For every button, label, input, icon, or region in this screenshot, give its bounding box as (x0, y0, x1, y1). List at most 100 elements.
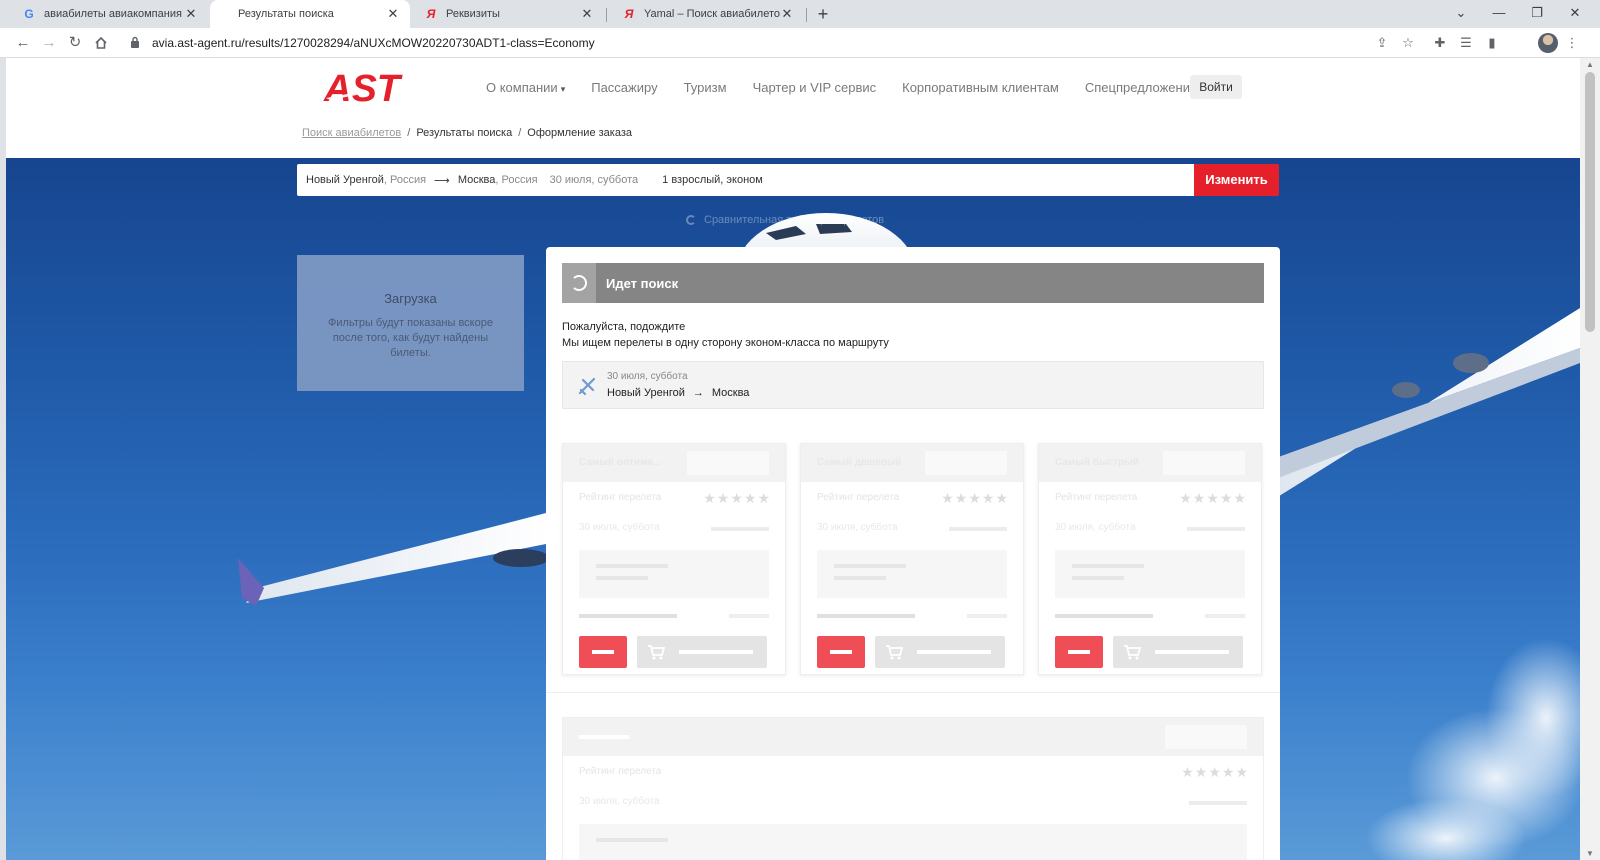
scroll-up-icon[interactable]: ▲ (1580, 60, 1600, 69)
tab-separator (806, 8, 807, 22)
minimize-icon[interactable]: — (1480, 0, 1518, 28)
browser-tab-bar: G авиабилеты авиакомпания ямал ✕ Результ… (0, 0, 1600, 28)
bookmark-star-icon[interactable]: ☆ (1398, 33, 1418, 53)
browser-menu-icon[interactable]: ⋮ (1562, 33, 1582, 53)
share-icon[interactable]: ⇪ (1372, 33, 1392, 53)
home-icon[interactable] (90, 32, 112, 54)
card-date: 30 июля, суббота (1055, 522, 1136, 533)
new-tab-button[interactable]: + (812, 3, 834, 25)
browser-toolbar: ← → ↻ avia.ast-agent.ru/results/12700282… (0, 28, 1600, 58)
buy-button-placeholder[interactable] (1055, 636, 1103, 668)
side-panel-icon[interactable]: ▮ (1482, 33, 1502, 53)
rating-label: Рейтинг перелета (1055, 492, 1138, 503)
search-date: 30 июля, суббота (549, 174, 639, 186)
reload-icon[interactable]: ↻ (64, 32, 86, 54)
menu-item-charter[interactable]: Чартер и VIP сервис (753, 80, 877, 95)
add-to-cart-button-placeholder[interactable] (637, 636, 767, 668)
menu-item-tourism[interactable]: Туризм (684, 80, 727, 95)
forward-icon[interactable]: → (38, 32, 60, 54)
url-text: avia.ast-agent.ru/results/1270028294/aNU… (152, 36, 595, 50)
profile-avatar[interactable] (1538, 33, 1558, 53)
search-description: Мы ищем перелеты в одну сторону эконом-к… (562, 337, 889, 349)
restore-icon[interactable]: ❐ (1518, 0, 1556, 28)
from-country: , Россия (383, 174, 427, 186)
tab-requisites[interactable]: Я Реквизиты ✕ (410, 0, 604, 28)
divider (546, 692, 1280, 693)
ast-logo[interactable]: AST (322, 68, 416, 106)
menu-item-offers[interactable]: Спецпредложения (1085, 80, 1197, 95)
loading-spinner-icon (571, 275, 587, 291)
tab-google-search[interactable]: G авиабилеты авиакомпания ямал ✕ (8, 0, 208, 28)
tab-title: авиабилеты авиакомпания ямал (44, 8, 184, 20)
web-page: AST О компании ▾ Пассажиру Туризм Чартер … (6, 58, 1580, 860)
close-tab-icon[interactable]: ✕ (184, 6, 198, 22)
menu-item-corporate[interactable]: Корпоративным клиентам (902, 80, 1059, 95)
yamal-icon: Я (426, 7, 436, 21)
extensions-icon[interactable]: ✚ (1430, 33, 1450, 53)
cart-icon (886, 645, 903, 660)
menu-item-about[interactable]: О компании ▾ (486, 80, 565, 95)
card-date: 30 июля, суббота (579, 522, 660, 533)
hero-background: Новый Уренгой, Россия ⟶ Москва, Россия 3… (6, 158, 1580, 860)
route-segment: 30 июля, суббота Новый Уренгой → Москва (562, 361, 1264, 409)
lock-icon (130, 36, 144, 51)
add-to-cart-button-placeholder[interactable] (1113, 636, 1243, 668)
close-tab-icon[interactable]: ✕ (580, 6, 594, 22)
filters-panel: Загрузка Фильтры будут показаны вскоре п… (297, 255, 524, 391)
card-date: 30 июля, суббота (817, 522, 898, 533)
scroll-down-icon[interactable]: ▼ (1580, 849, 1600, 858)
wait-message: Пожалуйста, подождите (562, 321, 686, 333)
address-bar[interactable]: avia.ast-agent.ru/results/1270028294/aNU… (120, 31, 1450, 55)
from-city: Новый Уренгой (306, 174, 384, 186)
compare-table-link[interactable]: Сравнительная таблица перелетов (686, 214, 884, 226)
card-date: 30 июля, суббота (579, 796, 660, 807)
yamal-icon: Я (624, 7, 634, 21)
rating-label: Рейтинг перелета (817, 492, 900, 503)
rating-stars-icon: ★★★★★ (1179, 490, 1247, 506)
arrow-right-icon: → (692, 387, 704, 399)
rating-stars-icon: ★★★★★ (941, 490, 1009, 506)
close-tab-icon[interactable]: ✕ (780, 6, 794, 22)
scrollbar-thumb[interactable] (1585, 72, 1595, 332)
breadcrumb-flight-search[interactable]: Поиск авиабилетов (302, 127, 401, 139)
breadcrumb: Поиск авиабилетов / Результаты поиска / … (302, 127, 632, 139)
segment-date: 30 июля, суббота (607, 371, 688, 382)
buy-button-placeholder[interactable] (579, 636, 627, 668)
filters-description: Фильтры будут показаны вскоре после того… (328, 317, 493, 359)
cart-icon (1124, 645, 1141, 660)
breadcrumb-results: Результаты поиска (416, 127, 513, 139)
tab-search-results[interactable]: Результаты поиска ✕ (210, 0, 410, 28)
results-panel: Идет поиск Пожалуйста, подождите Мы ищем… (546, 247, 1280, 860)
route-arrow-icon: ⟶ (434, 174, 450, 187)
search-status: Идет поиск (606, 275, 679, 291)
menu-item-passenger[interactable]: Пассажиру (591, 80, 657, 95)
tab-title: Результаты поиска (238, 8, 334, 20)
svg-text:AST: AST (323, 68, 403, 106)
to-city: Москва (457, 174, 496, 186)
tab-separator (606, 8, 607, 22)
offer-card-fastest[interactable]: Самый быстрый Рейтинг перелета ★★★★★ 30 … (1038, 443, 1262, 675)
offer-card-optimal[interactable]: Самый оптима... Рейтинг перелета ★★★★★ 3… (562, 443, 786, 675)
login-button[interactable]: Войти (1190, 75, 1242, 99)
tab-title: Реквизиты (446, 8, 500, 20)
filters-title: Загрузка (384, 291, 437, 306)
chevron-down-icon: ▾ (560, 84, 566, 94)
back-icon[interactable]: ← (12, 32, 34, 54)
rating-label: Рейтинг перелета (579, 766, 662, 777)
page-scrollbar[interactable]: ▲ ▼ (1580, 58, 1600, 860)
flight-list-item-placeholder[interactable]: Рейтинг перелета ★★★★★ 30 июля, суббота (562, 717, 1264, 860)
buy-button-placeholder[interactable] (817, 636, 865, 668)
tab-yamal-search[interactable]: Я Yamal – Поиск авиабилетов ✕ (608, 0, 804, 28)
rating-stars-icon: ★★★★★ (1181, 764, 1249, 780)
tab-search-chevron-icon[interactable]: ⌄ (1442, 0, 1480, 28)
close-tab-icon[interactable]: ✕ (386, 6, 400, 22)
change-search-button[interactable]: Изменить (1194, 164, 1279, 196)
airplane-icon (578, 377, 596, 396)
search-summary-bar[interactable]: Новый Уренгой, Россия ⟶ Москва, Россия 3… (297, 164, 1195, 196)
cart-icon (648, 645, 665, 660)
reading-list-icon[interactable]: ☰ (1456, 33, 1476, 53)
add-to-cart-button-placeholder[interactable] (875, 636, 1005, 668)
tab-title: Yamal – Поиск авиабилетов (644, 8, 780, 20)
close-window-icon[interactable]: ✕ (1556, 0, 1594, 28)
offer-card-cheapest[interactable]: Самый дешевый Рейтинг перелета ★★★★★ 30 … (800, 443, 1024, 675)
